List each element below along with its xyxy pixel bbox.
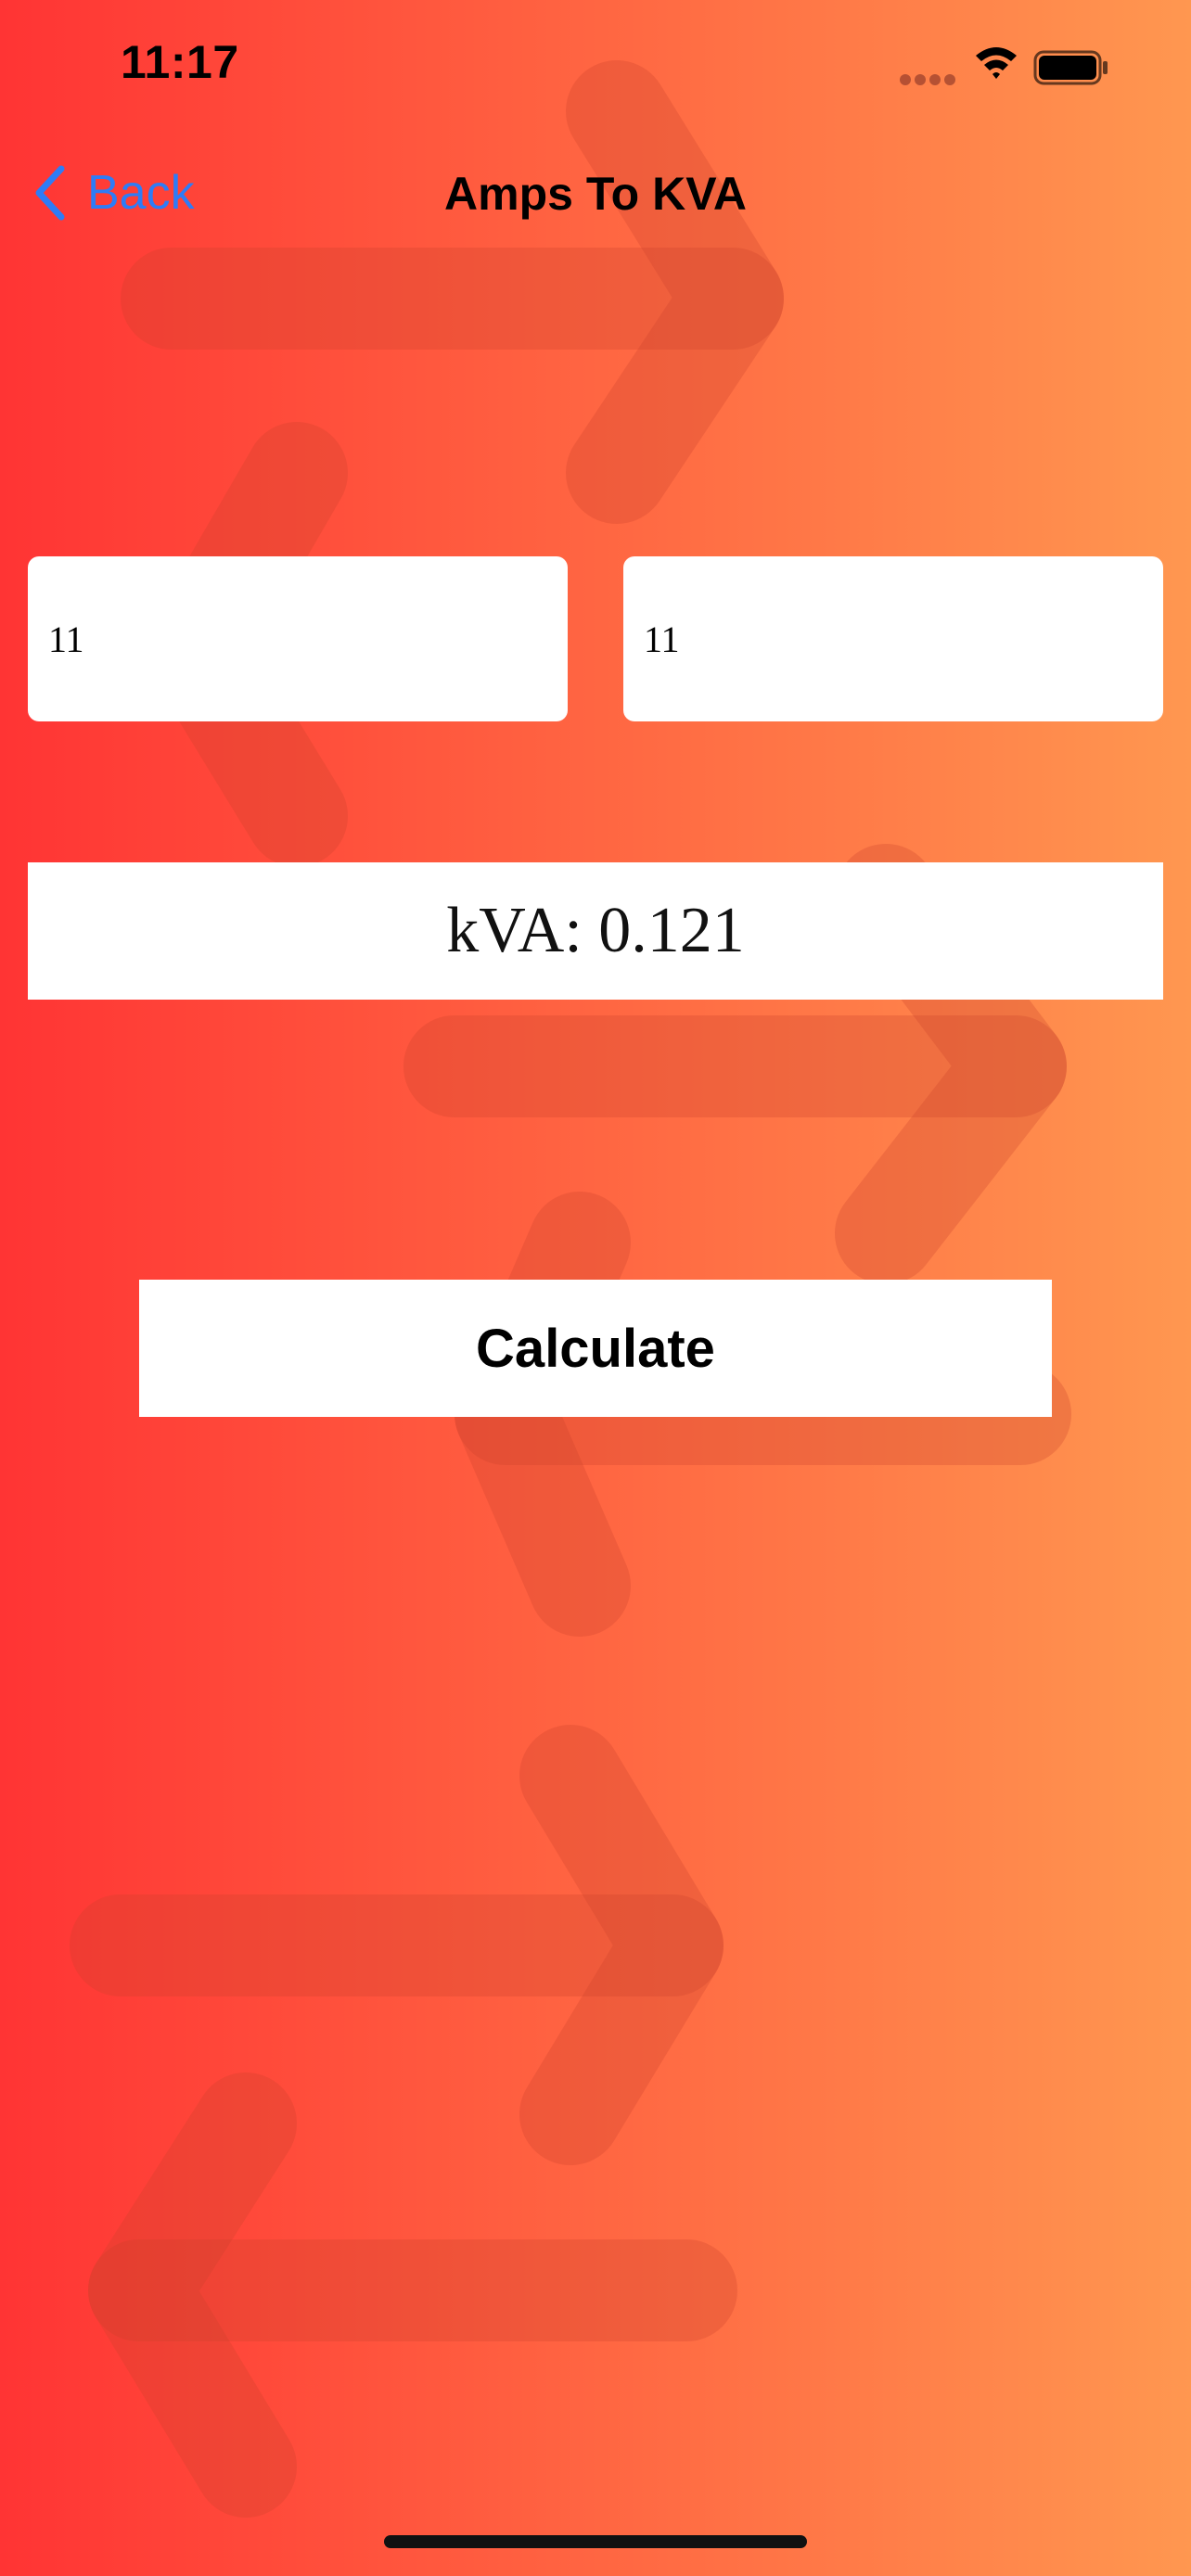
signal-dots-icon (900, 74, 955, 85)
home-indicator[interactable] (384, 2535, 807, 2548)
navigation-bar: Back Amps To KVA (0, 139, 1191, 247)
battery-icon (1033, 50, 1108, 85)
screen: 11:17 Back Amps To KVA 11 11 kVA: 0.121 … (0, 0, 1191, 2576)
calculate-button[interactable]: Calculate (139, 1280, 1052, 1417)
result-box: kVA: 0.121 (28, 862, 1163, 1000)
amps-input[interactable] (28, 556, 568, 721)
page-title: Amps To KVA (444, 168, 747, 220)
status-icons (900, 47, 1108, 85)
result-text: kVA: 0.121 (446, 895, 745, 966)
wifi-icon (976, 47, 1017, 79)
status-bar: 11:17 (0, 0, 1191, 130)
calculate-label: Calculate (476, 1318, 715, 1379)
volts-input[interactable] (623, 556, 1163, 721)
status-time: 11:17 (121, 36, 239, 88)
